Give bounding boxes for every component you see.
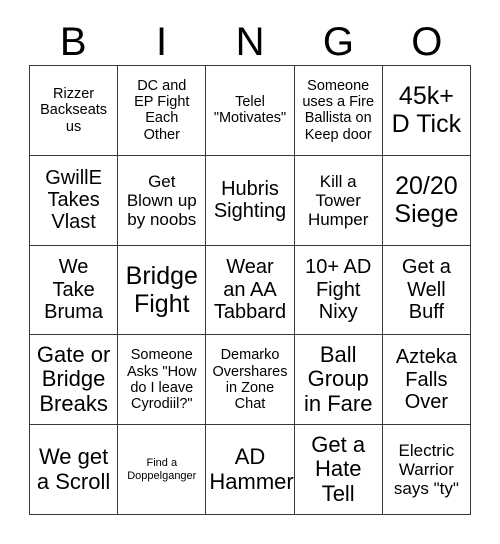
bingo-cell-r1c5[interactable]: 45k+ D Tick (382, 66, 471, 156)
bingo-cell-r3c2[interactable]: Bridge Fight (118, 245, 207, 336)
bingo-cell-r5c4[interactable]: Get a Hate Tell (294, 425, 383, 515)
bingo-header-letter-o: O (411, 19, 443, 64)
bingo-cell-text: 10+ AD Fight Nixy (305, 256, 372, 324)
bingo-cell-text: Hubris Sighting (213, 177, 287, 223)
bingo-header-letter-b: B (59, 19, 87, 64)
bingo-cell-r5c5[interactable]: Electric Warrior says "ty" (382, 425, 471, 515)
bingo-cell-r1c4[interactable]: Someone uses a Fire Ballista on Keep doo… (294, 66, 383, 156)
bingo-cell-r5c2[interactable]: Find a Doppelganger (118, 425, 207, 515)
bingo-cell-r5c3[interactable]: AD Hammer (206, 425, 295, 515)
bingo-cell-r4c4[interactable]: Ball Group in Fare (294, 335, 383, 426)
bingo-cell-text: Wear an AA Tabbard (213, 256, 287, 324)
bingo-cell-text: AD Hammer (209, 443, 294, 494)
bingo-cell-r4c5[interactable]: Azteka Falls Over (382, 335, 471, 426)
bingo-header-letter-g: G (322, 19, 354, 64)
bingo-grid: Rizzer Backseats us DC and EP Fight Each … (29, 65, 471, 515)
bingo-cell-r4c3[interactable]: Demarko Overshares in Zone Chat (206, 335, 295, 426)
bingo-cell-text: 45k+ D Tick (391, 82, 462, 139)
bingo-cell-r2c2[interactable]: Get Blown up by noobs (118, 155, 207, 246)
bingo-cell-r3c4[interactable]: 10+ AD Fight Nixy (294, 245, 383, 336)
bingo-header-row: B I N G O (29, 18, 471, 65)
bingo-cell-text: Demarko Overshares in Zone Chat (212, 347, 288, 413)
bingo-cell-text: Bridge Fight (125, 261, 198, 318)
bingo-cell-text: We Take Bruma (44, 256, 104, 324)
bingo-cell-text: Gate or Bridge Breaks (36, 341, 111, 417)
bingo-cell-r2c1[interactable]: GwillE Takes Vlast (30, 155, 119, 246)
bingo-cell-r3c5[interactable]: Get a Well Buff (382, 245, 471, 336)
bingo-header-letter-n: N (235, 19, 265, 64)
bingo-cell-r1c2[interactable]: DC and EP Fight Each Other (118, 66, 207, 156)
bingo-cell-text: Telel "Motivates" (213, 94, 287, 127)
bingo-cell-r1c3[interactable]: Telel "Motivates" (206, 66, 295, 156)
bingo-cell-text: Rizzer Backseats us (40, 86, 108, 135)
bingo-cell-text: Kill a Tower Humper (307, 171, 369, 229)
bingo-cell-r2c5[interactable]: 20/20 Siege (382, 155, 471, 246)
bingo-header-letter-i: I (156, 19, 168, 64)
bingo-cell-text: DC and EP Fight Each Other (134, 77, 190, 143)
bingo-cell-text: Get a Well Buff (401, 256, 451, 324)
bingo-cell-r4c2[interactable]: Someone Asks "How do I leave Cyrodiil?" (118, 335, 207, 426)
bingo-cell-text: Azteka Falls Over (395, 346, 457, 413)
bingo-cell-text: Get a Hate Tell (311, 431, 366, 506)
bingo-cell-text: Get Blown up by noobs (126, 171, 197, 229)
bingo-cell-r4c1[interactable]: Gate or Bridge Breaks (30, 335, 119, 426)
bingo-cell-text: GwillE Takes Vlast (45, 166, 102, 234)
bingo-cell-text: 20/20 Siege (394, 172, 459, 229)
bingo-cell-r1c1[interactable]: Rizzer Backseats us (30, 66, 119, 156)
bingo-cell-r5c1[interactable]: We get a Scroll (30, 425, 119, 515)
bingo-cell-text: Find a Doppelganger (127, 457, 197, 482)
bingo-cell-r2c3[interactable]: Hubris Sighting (206, 155, 295, 246)
bingo-cell-r3c1[interactable]: We Take Bruma (30, 245, 119, 336)
bingo-card: B I N G O Rizzer Backseats us DC and EP F… (0, 0, 500, 544)
bingo-cell-text: Ball Group in Fare (303, 341, 373, 417)
bingo-cell-text: Electric Warrior says "ty" (393, 441, 459, 499)
bingo-cell-r2c4[interactable]: Kill a Tower Humper (294, 155, 383, 246)
bingo-cell-r3c3[interactable]: Wear an AA Tabbard (206, 245, 295, 336)
bingo-cell-text: We get a Scroll (36, 443, 111, 494)
bingo-cell-text: Someone uses a Fire Ballista on Keep doo… (302, 77, 375, 143)
bingo-cell-text: Someone Asks "How do I leave Cyrodiil?" (126, 347, 197, 413)
